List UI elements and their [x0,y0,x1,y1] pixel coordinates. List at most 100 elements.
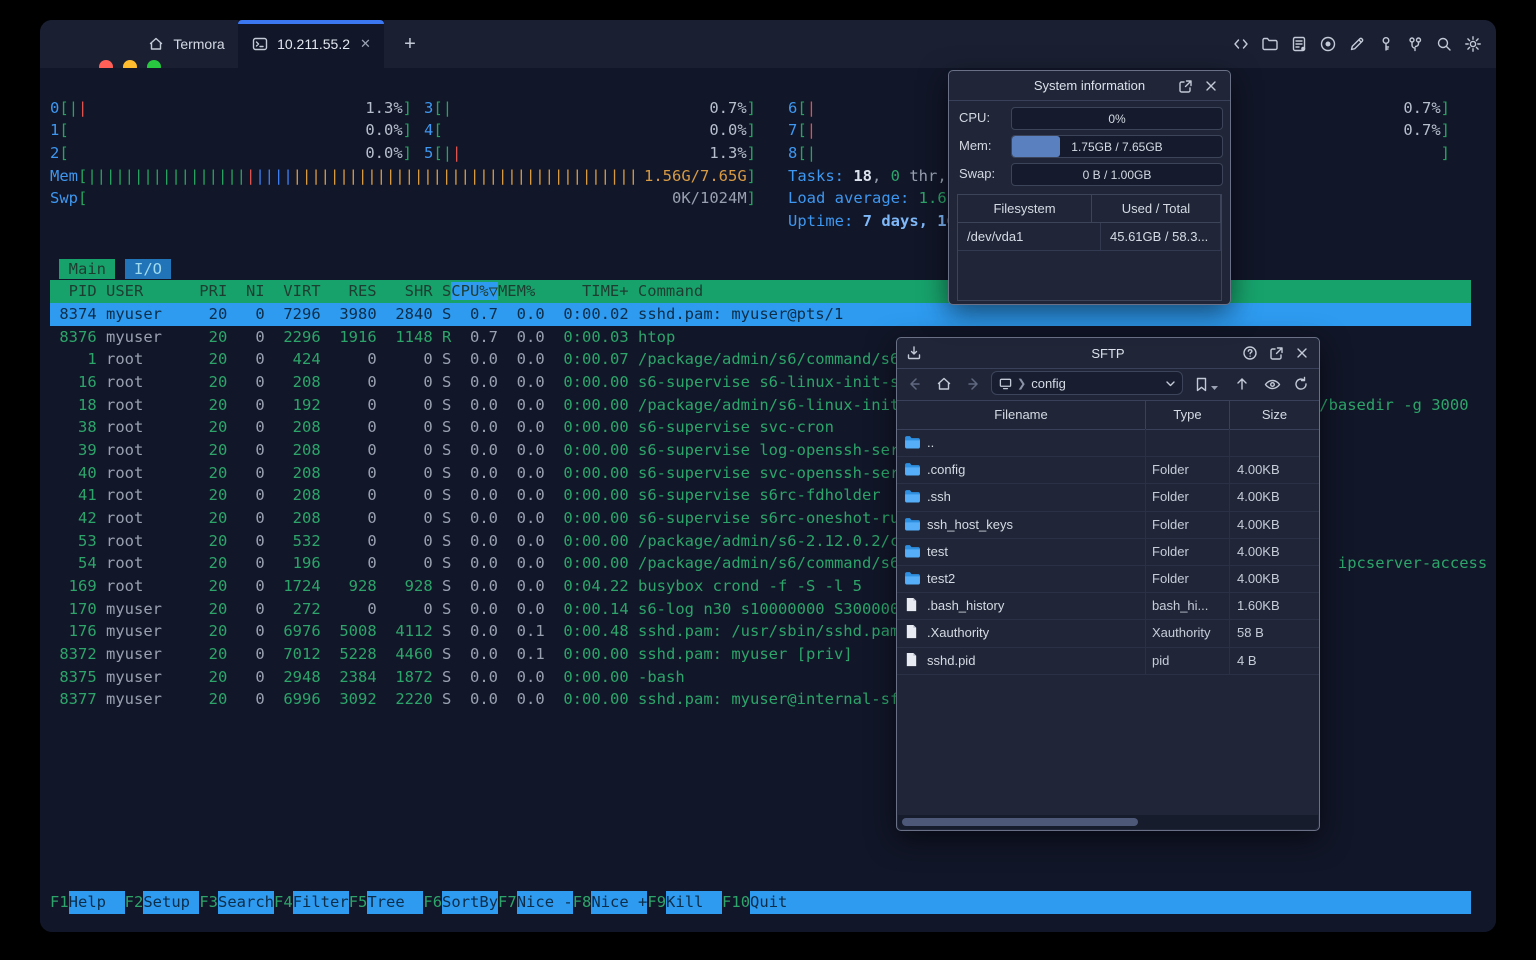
mem-progress-fill [1012,136,1061,157]
eye-icon[interactable] [1263,375,1281,393]
fkey-action-search[interactable]: Search [218,891,275,915]
file-icon [904,652,921,669]
fkey-action-sortby[interactable]: SortBy [442,891,499,915]
record-icon[interactable] [1319,35,1337,53]
cpu2-meter: 2[0.0%] [50,144,412,163]
htop-tabs-row: Main I/O [50,258,1471,281]
file-size: 58 B [1237,625,1264,641]
file-size: 1.60KB [1237,598,1280,614]
sftp-panel: SFTP ❯ config Filename Type Size .. .con… [896,337,1320,831]
search-icon[interactable] [1435,35,1453,53]
fkey-action-kill[interactable]: Kill [666,891,723,915]
folder-icon [904,543,921,560]
filesystem-row[interactable]: /dev/vda1 45.61GB / 58.3... [958,223,1221,251]
cpu-progressbar: 0% [1011,107,1223,130]
cpu1-meter: 1[0.0%] [50,121,412,140]
fkey-f2: F2 [124,893,144,912]
fkey-f6: F6 [423,893,443,912]
close-tab-icon[interactable]: ✕ [360,36,371,52]
file-type: pid [1152,652,1170,668]
tab-session-label: 10.211.55.2 [277,36,350,52]
home-icon [147,35,165,53]
close-icon[interactable] [1202,77,1220,95]
new-tab-button[interactable]: + [392,20,428,68]
file-size: 4.00KB [1237,543,1280,559]
file-row-bashhistory[interactable]: .bash_history bash_hi... 1.60KB [897,592,1319,621]
keychain-icon[interactable] [1406,35,1424,53]
uptime: Uptime: 7 days, 16:2 [788,212,975,230]
caret-down-icon[interactable] [1209,378,1219,396]
file-row-test[interactable]: test Folder 4.00KB [897,537,1319,566]
external-link-icon[interactable] [1176,77,1194,95]
breadcrumb-separator: ❯ [1017,377,1027,390]
home-icon[interactable] [935,375,953,393]
cpu-meters-row: 2[0.0%] 5[|| 1.3%] 8[|] [50,142,1471,165]
file-row-sshhostkeys[interactable]: ssh_host_keys Folder 4.00KB [897,510,1319,539]
forward-icon[interactable] [965,375,983,393]
file-row-test2[interactable]: test2 Folder 4.00KB [897,565,1319,594]
file-name: .. [927,435,935,450]
cpu3-meter: 3[| 0.7%] [424,98,756,117]
external-link-icon[interactable] [1267,344,1285,362]
system-information-panel: System information CPU: 0% Mem: 1.75GB /… [948,70,1231,305]
file-size: 4.00KB [1237,516,1280,532]
mem-label: Mem: [959,138,992,153]
fkey-f9: F9 [647,893,667,912]
fkey-action-nice[interactable]: Nice - [516,891,573,915]
download-icon[interactable] [905,344,923,362]
horizontal-scrollbar[interactable] [898,815,1318,829]
fkey-action-setup[interactable]: Setup [143,891,200,915]
tasks-summary: Tasks: 18, 0 thr, 0 [788,166,965,185]
tab-main[interactable]: Main [59,258,116,279]
fkey-action-quit[interactable]: Quit [750,891,807,915]
bookmark-icon[interactable] [1192,375,1210,393]
fkey-action-tree[interactable]: Tree [367,891,424,915]
chevron-down-icon[interactable] [1164,374,1176,392]
cpu4-meter: 4[0.0%] [424,121,756,140]
key-icon[interactable] [1377,35,1395,53]
close-icon[interactable] [1293,344,1311,362]
sftp-table-header: Filename Type Size [897,400,1319,430]
tab-termora-home[interactable]: Termora [136,20,236,68]
gear-icon[interactable] [1464,35,1482,53]
tab-io[interactable]: I/O [124,258,172,279]
folder-icon[interactable] [1261,35,1279,53]
filesystem-usage: 45.61GB / 58.3... [1101,223,1221,250]
size-column-header[interactable]: Size [1230,401,1319,429]
file-row-[interactable]: .. [897,429,1319,458]
swap-meter-row: Swp[0K/1024M] Load average: 1.61 1 [50,187,1471,210]
cpu0-meter: 0[|| 1.3%] [50,98,412,117]
file-row-sshdpid[interactable]: sshd.pid pid 4 B [897,646,1319,675]
tab-session-active[interactable]: 10.211.55.2 ✕ [238,20,384,68]
sort-column-cpu: CPU%▽ [451,282,498,301]
type-column-header[interactable]: Type [1146,401,1230,429]
app-window: Termora 10.211.55.2 ✕ + 0[|| 1.3%] 3[| 0.7%… [40,20,1496,932]
filename-column-header[interactable]: Filename [897,401,1146,429]
file-row-Xauthority[interactable]: .Xauthority Xauthority 58 B [897,619,1319,648]
fkey-action-help[interactable]: Help [68,891,125,915]
file-type: Folder [1152,543,1189,559]
tab-termora-label: Termora [173,36,225,52]
file-name: test2 [927,571,956,586]
log-badge-icon[interactable] [1290,35,1308,53]
file-row-ssh[interactable]: .ssh Folder 4.00KB [897,483,1319,512]
arrow-up-icon[interactable] [1233,375,1251,393]
file-name: test [927,543,948,559]
process-row[interactable]: 8374 myuser 20 0 7296 3980 2840 S 0.7 0.… [50,303,1471,326]
help-icon[interactable] [1241,344,1259,362]
filesystem-table: Filesystem Used / Total /dev/vda1 45.61G… [957,194,1222,301]
file-name: .config [927,462,966,478]
refresh-icon[interactable] [1292,375,1310,393]
code-icon[interactable] [1232,35,1250,53]
fkey-action-nice[interactable]: Nice + [591,891,648,915]
file-name: .bash_history [927,598,1005,614]
fkey-action-filter[interactable]: Filter [292,891,349,915]
file-type: Folder [1152,462,1189,478]
fkey-f1: F1 [50,893,69,912]
path-breadcrumb[interactable]: ❯ config [991,371,1183,395]
back-icon[interactable] [905,375,923,393]
process-table-header[interactable]: PID USER PRI NI VIRT RES SHR SCPU%▽MEM% … [50,280,1471,304]
scrollbar-thumb[interactable] [902,818,1138,826]
pencil-icon[interactable] [1348,35,1366,53]
file-row-config[interactable]: .config Folder 4.00KB [897,456,1319,485]
